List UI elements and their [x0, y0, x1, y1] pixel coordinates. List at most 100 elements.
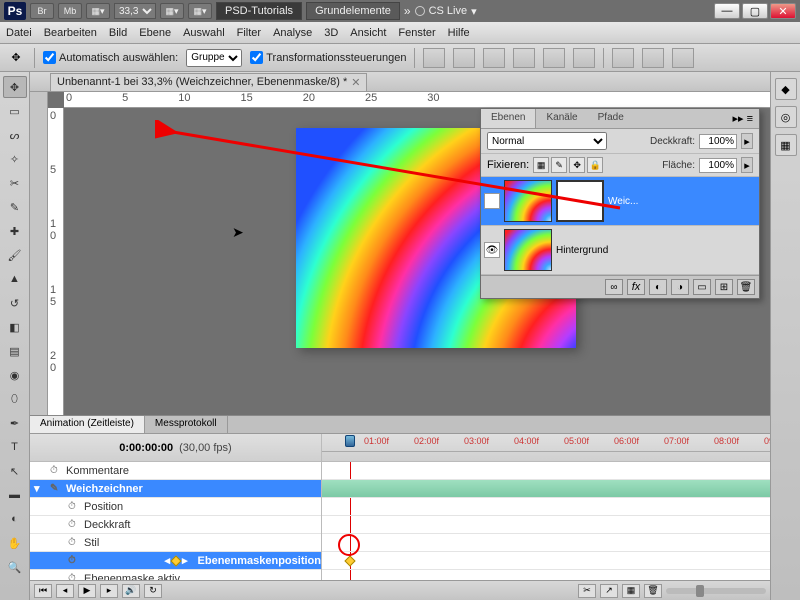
track-weichzeichner[interactable]: ▾✎Weichzeichner — [30, 480, 321, 498]
workspace-secondary[interactable]: Grundelemente — [306, 2, 400, 20]
visibility-icon[interactable]: 👁 — [484, 193, 500, 209]
fx-button[interactable]: fx — [627, 279, 645, 295]
keyframe[interactable] — [344, 555, 355, 566]
lock-position[interactable]: ✥ — [569, 157, 585, 173]
history-brush-tool[interactable]: ↺ — [3, 292, 27, 314]
workspace-more-icon[interactable]: » — [404, 4, 411, 18]
3d-tool[interactable]: ◐ — [3, 508, 27, 530]
link-layers-button[interactable]: ∞ — [605, 279, 623, 295]
path-tool[interactable]: ↖ — [3, 460, 27, 482]
audio-button[interactable]: 🔊 — [122, 584, 140, 598]
menu-bearbeiten[interactable]: Bearbeiten — [44, 27, 97, 39]
track-comments[interactable]: ⏱Kommentare — [30, 462, 321, 480]
gradient-tool[interactable]: ▤ — [3, 340, 27, 362]
opacity-field[interactable]: 100% — [699, 134, 737, 149]
track-style[interactable]: ⏱Stil — [30, 534, 321, 552]
track-maskposition[interactable]: ◂▸⏱Ebenenmaskenposition — [30, 552, 321, 570]
mask-button[interactable]: ◐ — [649, 279, 667, 295]
minibridge-button[interactable]: Mb — [58, 3, 82, 19]
menu-hilfe[interactable]: Hilfe — [448, 27, 470, 39]
tl-opt-3[interactable]: ▦ — [622, 584, 640, 598]
maximize-button[interactable]: ▢ — [742, 3, 768, 19]
menu-ebene[interactable]: Ebene — [139, 27, 171, 39]
auto-select-target[interactable]: Gruppe — [186, 49, 242, 67]
track-position[interactable]: ⏱Position — [30, 498, 321, 516]
align-vcenter-button[interactable] — [453, 48, 475, 68]
zoom-select[interactable]: 33,3 — [114, 3, 156, 19]
dock-icon-1[interactable]: ◆ — [775, 78, 797, 100]
paths-tab[interactable]: Pfade — [588, 109, 634, 128]
cslive-button[interactable]: CS Live▾ — [415, 5, 477, 18]
move-tool[interactable]: ✥ — [3, 76, 27, 98]
timeline-zoom-slider[interactable] — [666, 588, 766, 594]
hand-tool[interactable]: ✋ — [3, 532, 27, 554]
workspace-main[interactable]: PSD-Tutorials — [216, 2, 302, 20]
menu-bild[interactable]: Bild — [109, 27, 127, 39]
auto-select-check[interactable]: Automatisch auswählen: — [43, 51, 178, 64]
lasso-tool[interactable]: ᔕ — [3, 124, 27, 146]
shape-tool[interactable]: ▬ — [3, 484, 27, 506]
transform-check[interactable]: Transformationssteuerungen — [250, 51, 406, 64]
keyframe-row[interactable] — [322, 552, 770, 570]
panel-menu-icon[interactable]: ▸▸ ≡ — [726, 109, 759, 128]
play-button[interactable]: ▶ — [78, 584, 96, 598]
marquee-tool[interactable]: ▭ — [3, 100, 27, 122]
minimize-button[interactable]: — — [714, 3, 740, 19]
distribute-1-button[interactable] — [612, 48, 634, 68]
track-opacity[interactable]: ⏱Deckkraft — [30, 516, 321, 534]
document-tab[interactable]: Unbenannt-1 bei 33,3% (Weichzeichner, Eb… — [50, 73, 367, 91]
current-time[interactable]: 0:00:00:00 — [119, 442, 173, 454]
tl-opt-2[interactable]: ↗ — [600, 584, 618, 598]
layer-hintergrund[interactable]: 👁 Hintergrund — [481, 226, 759, 275]
bridge-button[interactable]: Br — [30, 3, 54, 19]
opacity-arrow[interactable]: ▸ — [741, 133, 753, 149]
delete-button-tl[interactable]: 🗑 — [644, 584, 662, 598]
distribute-2-button[interactable] — [642, 48, 664, 68]
keyframe-icon[interactable] — [170, 555, 181, 566]
lock-transparency[interactable]: ▦ — [533, 157, 549, 173]
close-tab-icon[interactable]: ✕ — [351, 76, 360, 89]
track-maskactive[interactable]: ⏱Ebenenmaske aktiv. — [30, 570, 321, 580]
layer-thumb[interactable] — [504, 229, 552, 271]
menu-filter[interactable]: Filter — [237, 27, 261, 39]
eraser-tool[interactable]: ◧ — [3, 316, 27, 338]
next-key-icon[interactable]: ▸ — [182, 554, 188, 567]
adjustment-button[interactable]: ◑ — [671, 279, 689, 295]
delete-layer-button[interactable]: 🗑 — [737, 279, 755, 295]
rewind-button[interactable]: ⏮ — [34, 584, 52, 598]
lock-all[interactable]: 🔒 — [587, 157, 603, 173]
extras-button[interactable]: ▦▾ — [188, 3, 212, 19]
tl-opt-1[interactable]: ✂ — [578, 584, 596, 598]
zoom-tool[interactable]: 🔍 — [3, 556, 27, 578]
playhead[interactable] — [345, 435, 355, 447]
channels-tab[interactable]: Kanäle — [536, 109, 587, 128]
layer-thumb[interactable] — [504, 180, 552, 222]
blur-tool[interactable]: ◉ — [3, 364, 27, 386]
fill-arrow[interactable]: ▸ — [741, 157, 753, 173]
layer-mask-thumb[interactable] — [556, 180, 604, 222]
menu-auswahl[interactable]: Auswahl — [183, 27, 225, 39]
menu-ansicht[interactable]: Ansicht — [350, 27, 386, 39]
align-left-button[interactable] — [513, 48, 535, 68]
menu-datei[interactable]: Datei — [6, 27, 32, 39]
new-layer-button[interactable]: ⊞ — [715, 279, 733, 295]
eyedropper-tool[interactable]: ✎ — [3, 196, 27, 218]
fill-field[interactable]: 100% — [699, 158, 737, 173]
align-top-button[interactable] — [423, 48, 445, 68]
loop-button[interactable]: ↻ — [144, 584, 162, 598]
crop-tool[interactable]: ✂ — [3, 172, 27, 194]
lock-pixels[interactable]: ✎ — [551, 157, 567, 173]
align-hcenter-button[interactable] — [543, 48, 565, 68]
timeline-tab[interactable]: Animation (Zeitleiste) — [30, 416, 145, 433]
dock-icon-3[interactable]: ▦ — [775, 134, 797, 156]
healing-tool[interactable]: ✚ — [3, 220, 27, 242]
align-right-button[interactable] — [573, 48, 595, 68]
dodge-tool[interactable]: ⬯ — [3, 388, 27, 410]
prev-frame-button[interactable]: ◂ — [56, 584, 74, 598]
arrange-button[interactable]: ▦▾ — [160, 3, 184, 19]
align-bottom-button[interactable] — [483, 48, 505, 68]
clip-weichzeichner[interactable] — [322, 480, 770, 498]
dock-icon-2[interactable]: ◎ — [775, 106, 797, 128]
pen-tool[interactable]: ✒ — [3, 412, 27, 434]
close-button[interactable]: ✕ — [770, 3, 796, 19]
